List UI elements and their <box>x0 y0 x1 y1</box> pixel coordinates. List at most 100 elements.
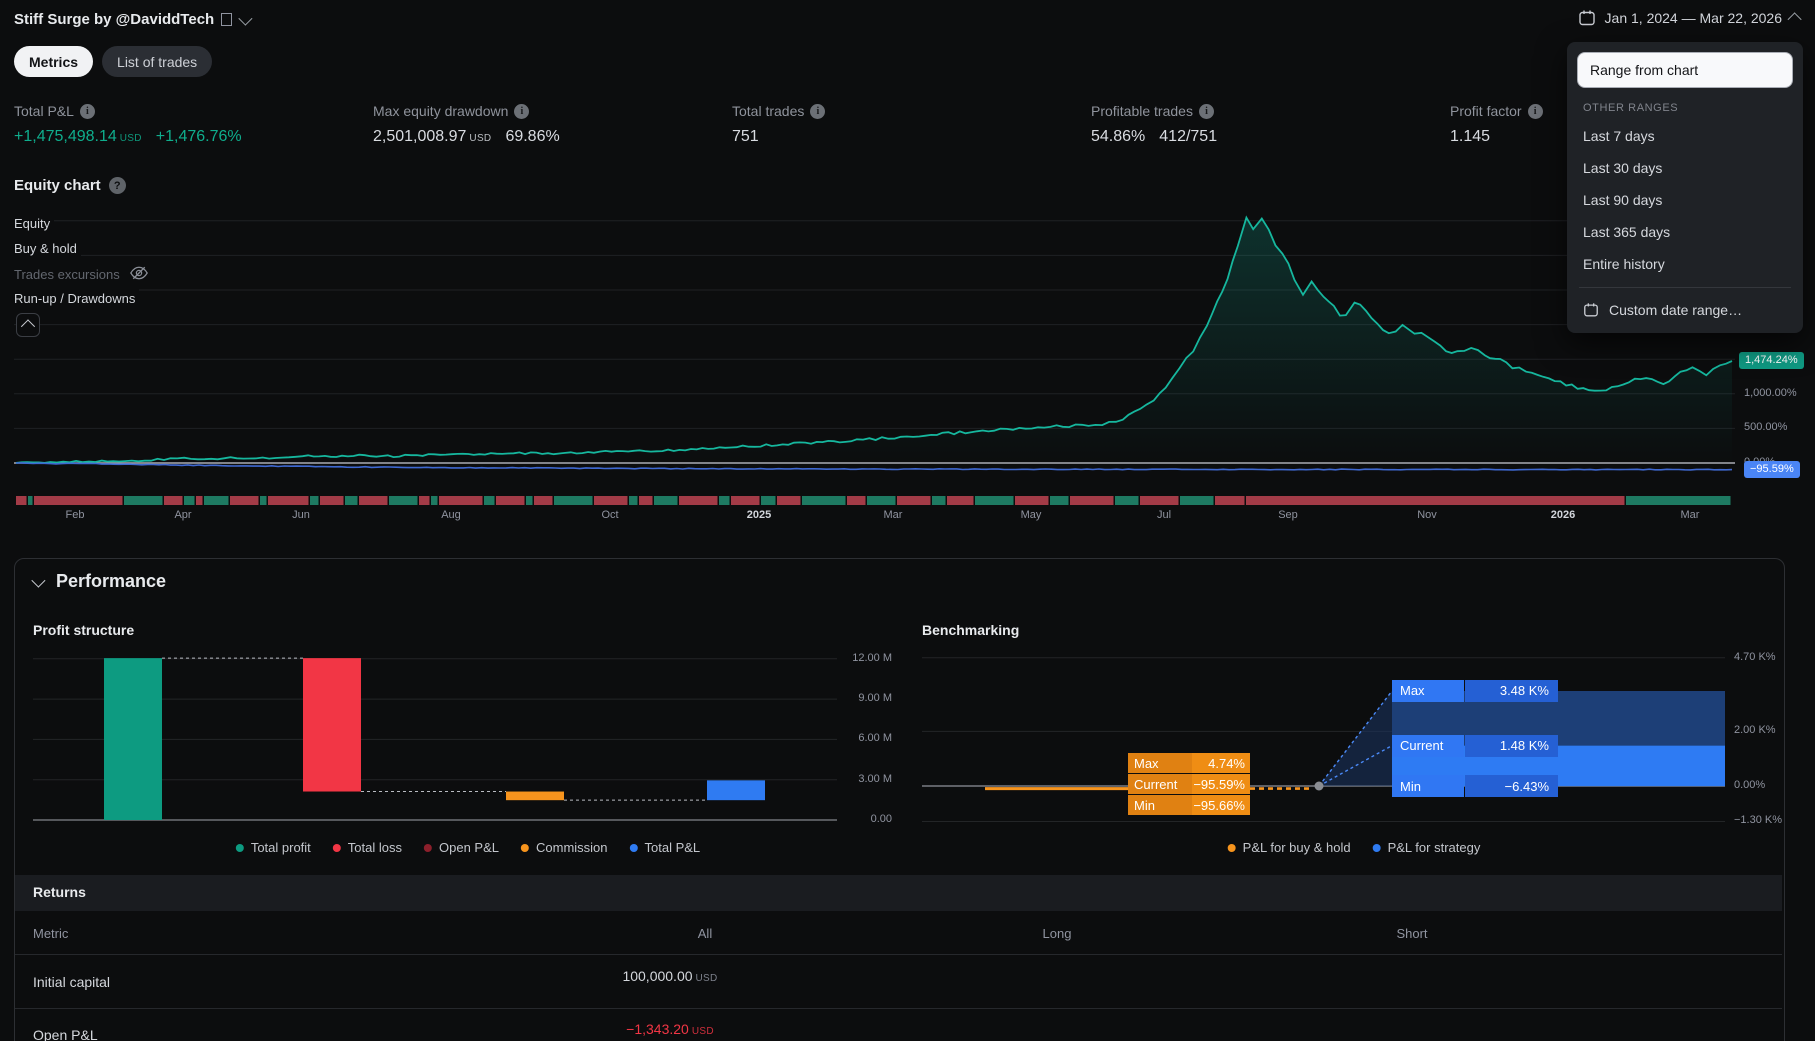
stat-value-part: 1.145 <box>1450 128 1491 145</box>
info-icon[interactable]: i <box>1527 103 1543 119</box>
row-metric-label: Open P&L <box>33 1027 98 1041</box>
strategy-title: Stiff Surge by @DaviddTech <box>14 11 215 28</box>
bar-4 <box>707 780 765 801</box>
custom-range-label: Custom date range… <box>1609 302 1743 318</box>
legend-dot <box>629 843 638 852</box>
x-tick-feb: Feb <box>65 509 85 521</box>
menu-item-last-7-days[interactable]: Last 7 days <box>1567 120 1803 152</box>
summary-stats: Total P&L i +1,475,498.14 USD +1,476.76% Max … <box>14 101 1809 146</box>
buyhold-row-current: Current −95.59% <box>1128 774 1250 794</box>
profit-y-label: 12.00 M <box>852 651 892 664</box>
performance-title: Performance <box>56 571 167 591</box>
performance-section-toggle[interactable]: Performance <box>31 571 167 592</box>
y-axis-label: 1,000.00% <box>1744 386 1797 399</box>
legend-label: Trades excursions <box>14 267 120 282</box>
tab-list-of-trades[interactable]: List of trades <box>102 46 213 77</box>
stat-label: Total P&L i <box>14 101 373 121</box>
chip-label: Max <box>1392 679 1464 702</box>
row-metric-label: Initial capital <box>33 974 111 990</box>
stat-value-part: 54.86% <box>1091 128 1146 145</box>
stat-label: Profitable trades i <box>1091 101 1450 121</box>
strategy-chip-current: Current 1.48 K% <box>1392 734 1558 757</box>
row-divider <box>15 1008 1782 1009</box>
row-value: 4.74% <box>1192 753 1250 773</box>
legend-p&l-for-strategy[interactable]: P&L for strategy <box>1372 840 1480 855</box>
legend-open-p-l[interactable]: Open P&L <box>424 840 499 855</box>
legend-text: Commission <box>536 840 608 855</box>
y-axis-label: 500.00% <box>1744 421 1788 434</box>
date-range-control[interactable]: Jan 1, 2024 — Mar 22, 2026 <box>1578 9 1802 27</box>
legend-text: Open P&L <box>439 840 500 855</box>
help-icon[interactable]: ? <box>108 177 126 194</box>
buyhold-row-min: Min −95.66% <box>1128 795 1250 815</box>
legend-dot <box>235 843 244 852</box>
column-header-all: All <box>697 926 713 941</box>
menu-item-entire-history[interactable]: Entire history <box>1567 248 1803 280</box>
chip-value: −6.43% <box>1465 775 1558 798</box>
stat-label-text: Profitable trades <box>1091 103 1193 119</box>
menu-item-last-90-days[interactable]: Last 90 days <box>1567 184 1803 216</box>
info-icon[interactable]: i <box>810 103 826 119</box>
returns-section-strip <box>15 875 1782 911</box>
row-all-value: −1,343.20 USD <box>570 1021 770 1037</box>
bench-y-label: 4.70 K% <box>1734 650 1776 663</box>
legend-total-loss[interactable]: Total loss <box>332 840 402 855</box>
bench-y-label: 0.00% <box>1734 779 1766 791</box>
row-label: Min <box>1128 795 1192 815</box>
profit-y-label: 0.00 <box>870 813 892 825</box>
row-value: −95.59% <box>1192 774 1250 794</box>
collapse-chart-button[interactable] <box>16 313 40 337</box>
legend-dot <box>424 843 433 852</box>
menu-item-last-365-days[interactable]: Last 365 days <box>1567 216 1803 248</box>
date-range-text: Jan 1, 2024 — Mar 22, 2026 <box>1604 10 1782 26</box>
buyhold-last-value-badge: −95.59% <box>1744 460 1800 478</box>
info-icon[interactable]: i <box>79 103 95 119</box>
x-tick-aug: Aug <box>441 509 461 521</box>
info-icon[interactable]: i <box>1198 103 1214 119</box>
chip-value: 3.48 K% <box>1465 679 1558 702</box>
x-tick-apr: Apr <box>174 509 192 521</box>
legend-label: Buy & hold <box>14 241 77 256</box>
info-icon[interactable]: i <box>514 103 530 119</box>
legend-toggle-run-up-drawdowns[interactable]: Run-up / Drawdowns <box>14 289 140 308</box>
legend-toggle-trades-excursions[interactable]: Trades excursions <box>14 264 152 285</box>
bar-0 <box>104 658 162 820</box>
stat-value-part: 412/751 <box>1159 128 1218 145</box>
stat-value-part: USD <box>119 133 142 144</box>
equity-last-value-badge: 1,474.24% <box>1739 351 1804 369</box>
legend-p&l-for-buy-&-hold[interactable]: P&L for buy & hold <box>1227 840 1351 855</box>
column-header-metric: Metric <box>33 926 69 941</box>
legend-dot <box>1372 843 1381 852</box>
row-label: Current <box>1128 774 1192 794</box>
eye-off-icon[interactable] <box>129 266 148 283</box>
returns-title: Returns <box>33 884 86 900</box>
column-header-long: Long <box>1042 926 1072 941</box>
legend-commission[interactable]: Commission <box>521 840 608 855</box>
menu-item-last-30-days[interactable]: Last 30 days <box>1567 152 1803 184</box>
stat-2: Total trades i 751 <box>732 101 1091 146</box>
value-number: 100,000.00 <box>622 968 693 984</box>
bar-1 <box>303 658 361 792</box>
stat-value: 751 <box>732 128 1091 146</box>
legend-toggle-equity[interactable]: Equity <box>14 214 55 233</box>
x-tick-may: May <box>1020 509 1042 521</box>
equity-chart-header: Equity chart ? <box>14 177 126 194</box>
benchmarking-title: Benchmarking <box>922 622 1020 638</box>
stat-value: 54.86% 412/751 <box>1091 128 1450 146</box>
view-tabs: Metrics List of trades <box>14 46 213 77</box>
menu-item-custom-date-range[interactable]: Custom date range… <box>1567 295 1803 325</box>
legend-toggle-buy-hold[interactable]: Buy & hold <box>14 239 81 258</box>
value-unit: USD <box>695 973 718 984</box>
legend-label: Equity <box>14 216 51 231</box>
chevron-up-icon <box>1787 12 1802 27</box>
lock-icon <box>221 13 233 26</box>
tab-metrics[interactable]: Metrics <box>14 46 94 77</box>
legend-total-profit[interactable]: Total profit <box>235 840 311 855</box>
stat-value-part: 751 <box>732 128 759 145</box>
value-unit: USD <box>691 1026 714 1037</box>
x-tick-2025: 2025 <box>746 509 772 521</box>
buyhold-values-box: Max 4.74% Current −95.59% Min −95.66% <box>1128 753 1250 816</box>
strategy-title-control[interactable]: Stiff Surge by @DaviddTech <box>14 11 253 28</box>
legend-total-p-l[interactable]: Total P&L <box>629 840 700 855</box>
menu-item-range-from-chart[interactable]: Range from chart <box>1577 52 1793 88</box>
